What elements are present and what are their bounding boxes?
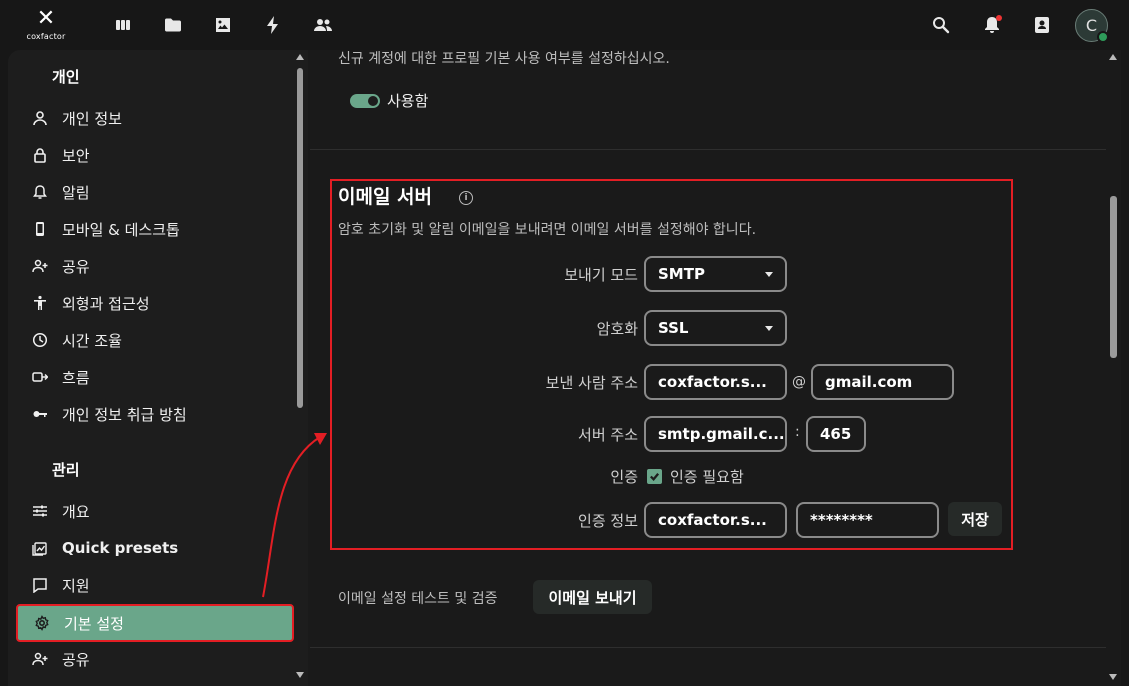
search-icon[interactable] — [929, 13, 953, 37]
send-mode-value: SMTP — [658, 265, 705, 283]
accessibility-icon — [32, 295, 48, 311]
server-address-label: 서버 주소 — [578, 426, 638, 444]
send-mode-select[interactable]: SMTP — [644, 256, 787, 292]
sidebar-item-flow[interactable]: 흐름 — [16, 360, 294, 394]
credentials-label: 인증 정보 — [578, 512, 638, 530]
avatar-letter: C — [1085, 16, 1098, 35]
section-divider — [310, 647, 1106, 648]
chevron-down-icon — [765, 272, 773, 277]
from-address-label: 보낸 사람 주소 — [545, 374, 638, 392]
toggle-knob — [368, 96, 378, 106]
sidebar-item-label: 개인 정보 취급 방침 — [62, 405, 187, 424]
sidebar-item-label: 시간 조율 — [62, 331, 122, 350]
credentials-password-input[interactable]: ******** — [796, 502, 939, 538]
sidebar-scrollbar[interactable] — [297, 68, 303, 408]
share-icon — [32, 258, 48, 274]
sidebar-item-label: 보안 — [62, 146, 90, 165]
from-user-input[interactable]: coxfactor.s... — [644, 364, 787, 400]
profile-toggle[interactable] — [350, 94, 380, 108]
check-icon — [650, 473, 660, 481]
sidebar-item-label: 개인 정보 — [62, 109, 122, 128]
dashboard-icon[interactable] — [111, 13, 135, 37]
auth-label: 인증 — [610, 468, 638, 486]
email-server-description: 암호 초기화 및 알림 이메일을 보내려면 이메일 서버를 설정해야 합니다. — [338, 222, 757, 238]
sidebar-item-personal-info[interactable]: 개인 정보 — [16, 101, 294, 135]
annotation-arrow-icon — [262, 433, 327, 598]
notifications-icon[interactable] — [980, 13, 1004, 37]
sidebar-item-sharing-admin[interactable]: 공유 — [16, 642, 294, 676]
online-status-icon — [1097, 31, 1109, 43]
profile-description: 신규 계정에 대한 프로필 기본 사용 여부를 설정하십시오. — [338, 51, 670, 67]
sidebar-item-label: 모바일 & 데스크톱 — [62, 220, 180, 239]
app-logo[interactable]: ✕ coxfactor — [26, 8, 66, 42]
top-bar: ✕ coxfactor C — [0, 0, 1129, 50]
chevron-down-icon — [765, 326, 773, 331]
sidebar-section-personal: 개인 — [52, 68, 80, 86]
sidebar-item-label: 외형과 접근성 — [62, 294, 150, 313]
sidebar-item-label: 공유 — [62, 257, 90, 276]
sidebar-section-admin: 관리 — [52, 461, 80, 479]
sidebar-item-label: 흐름 — [62, 368, 90, 387]
share-icon — [32, 651, 48, 667]
sliders-icon — [32, 503, 48, 519]
content-scrollbar[interactable] — [1110, 196, 1117, 358]
encryption-select[interactable]: SSL — [644, 310, 787, 346]
content-scroll-up-icon[interactable] — [1109, 54, 1117, 60]
chat-icon — [32, 577, 48, 593]
encryption-label: 암호화 — [596, 320, 638, 338]
key-icon — [32, 406, 48, 422]
bell-icon — [32, 184, 48, 200]
email-server-title: 이메일 서버 — [338, 186, 433, 208]
sidebar-item-security[interactable]: 보안 — [16, 138, 294, 172]
sidebar-item-label: Quick presets — [62, 539, 179, 557]
encryption-value: SSL — [658, 319, 689, 337]
profile-toggle-label: 사용함 — [387, 92, 429, 110]
phone-icon — [32, 221, 48, 237]
sidebar-item-scheduling[interactable]: 시간 조율 — [16, 323, 294, 357]
logo-text: coxfactor — [26, 32, 66, 41]
contacts-icon[interactable] — [311, 13, 335, 37]
save-button[interactable]: 저장 — [948, 502, 1002, 536]
content-scroll-track — [1121, 50, 1129, 686]
section-divider — [310, 149, 1106, 150]
sidebar-scroll-up-icon[interactable] — [296, 54, 304, 60]
credentials-user-input[interactable]: coxfactor.s... — [644, 502, 787, 538]
sidebar-item-label: 공유 — [62, 650, 90, 669]
port-colon: : — [795, 424, 800, 440]
logo-mark-icon: ✕ — [36, 6, 56, 31]
sidebar-item-sharing[interactable]: 공유 — [16, 249, 294, 283]
from-domain-input[interactable]: gmail.com — [811, 364, 954, 400]
content-scroll-down-icon[interactable] — [1109, 674, 1117, 680]
photos-icon[interactable] — [211, 13, 235, 37]
at-sign: @ — [792, 374, 806, 390]
clock-icon — [32, 332, 48, 348]
send-email-button[interactable]: 이메일 보내기 — [533, 580, 652, 614]
notification-badge — [996, 15, 1002, 21]
sidebar-scroll-down-icon[interactable] — [296, 672, 304, 678]
sidebar-item-basic-settings[interactable]: 기본 설정 — [16, 604, 294, 642]
test-email-label: 이메일 설정 테스트 및 검증 — [338, 591, 498, 607]
sidebar-item-mobile-desktop[interactable]: 모바일 & 데스크톱 — [16, 212, 294, 246]
auth-required-label: 인증 필요함 — [670, 468, 744, 486]
files-icon[interactable] — [161, 13, 185, 37]
sidebar-item-notifications[interactable]: 알림 — [16, 175, 294, 209]
flow-icon — [32, 369, 48, 385]
server-port-input[interactable]: 465 — [806, 416, 866, 452]
sidebar-item-label: 개요 — [62, 502, 90, 521]
info-icon[interactable]: i — [459, 191, 473, 205]
sidebar-item-label: 기본 설정 — [64, 614, 124, 633]
lock-icon — [32, 147, 48, 163]
sidebar-item-label: 지원 — [62, 576, 90, 595]
person-icon — [32, 110, 48, 126]
user-list-icon[interactable] — [1030, 13, 1054, 37]
auth-required-checkbox[interactable] — [647, 469, 662, 484]
activity-icon[interactable] — [261, 13, 285, 37]
send-mode-label: 보내기 모드 — [564, 266, 638, 284]
gear-icon — [34, 615, 50, 631]
sidebar-item-appearance[interactable]: 외형과 접근성 — [16, 286, 294, 320]
server-host-input[interactable]: smtp.gmail.c... — [644, 416, 787, 452]
presets-icon — [32, 540, 48, 556]
avatar[interactable]: C — [1075, 9, 1109, 43]
sidebar-item-label: 알림 — [62, 183, 90, 202]
